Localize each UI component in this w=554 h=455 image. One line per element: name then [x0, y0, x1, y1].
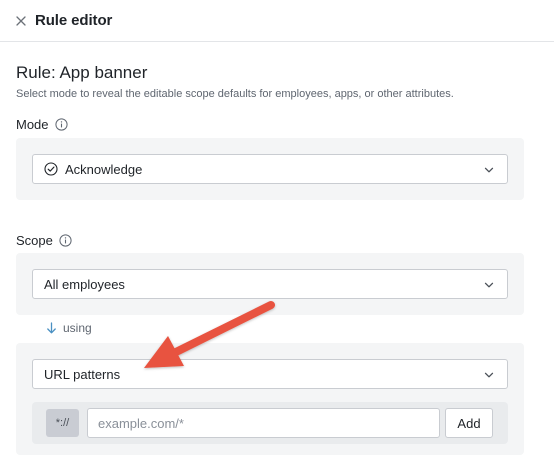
rule-title: Rule: App banner [16, 63, 148, 82]
mode-panel: Acknowledge [16, 138, 524, 200]
scope-label: Scope [16, 233, 53, 248]
arrow-down-icon [46, 322, 57, 334]
chevron-down-icon [483, 279, 495, 291]
header-title: Rule editor [35, 12, 113, 29]
close-icon[interactable] [12, 12, 30, 30]
url-pattern-row: *:// Add [32, 402, 508, 444]
using-text: using [63, 321, 92, 335]
attribute-select[interactable]: URL patterns [32, 359, 508, 389]
using-connector: using [46, 321, 92, 335]
check-circle-icon [44, 162, 58, 176]
url-pattern-input[interactable] [87, 408, 440, 438]
info-icon[interactable] [59, 234, 72, 247]
scope-label-row: Scope [16, 233, 72, 248]
mode-label: Mode [16, 117, 49, 132]
mode-label-row: Mode [16, 117, 68, 132]
mode-select-value: Acknowledge [65, 161, 143, 177]
rule-description: Select mode to reveal the editable scope… [16, 88, 454, 100]
add-button[interactable]: Add [445, 408, 493, 438]
scope-panel: All employees [16, 253, 524, 315]
mode-select[interactable]: Acknowledge [32, 154, 508, 184]
chevron-down-icon [483, 164, 495, 176]
scope-select-value: All employees [44, 276, 125, 292]
attribute-select-value: URL patterns [44, 366, 121, 382]
header-bar: Rule editor [0, 0, 554, 42]
scope-select[interactable]: All employees [32, 269, 508, 299]
url-prefix: *:// [46, 409, 79, 437]
info-icon[interactable] [54, 118, 68, 131]
chevron-down-icon [483, 369, 495, 381]
